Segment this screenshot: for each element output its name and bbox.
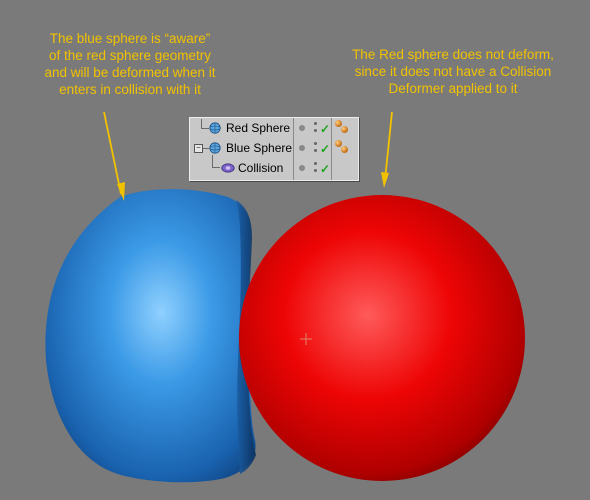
object-row-red-sphere[interactable]: Red Sphere ✓ <box>190 119 358 138</box>
annotation-blue-sphere: The blue sphere is “aware” of the red sp… <box>12 30 248 98</box>
tree-line <box>212 155 213 167</box>
render-visibility-icon[interactable] <box>314 169 317 172</box>
arrow-right-head <box>381 172 389 188</box>
collision-deformer-icon <box>221 163 235 173</box>
render-visibility-icon[interactable] <box>314 129 317 132</box>
collapse-toggle-icon[interactable]: − <box>194 144 203 153</box>
annotation-right-line-2: since it does not have a Collision <box>354 64 552 79</box>
annotation-left-line-4: enters in collision with it <box>59 82 201 97</box>
tree-line <box>201 128 209 129</box>
annotation-right-line-3: Deformer applied to it <box>388 81 518 96</box>
material-tag-icon[interactable] <box>341 126 348 133</box>
object-label-collision: Collision <box>238 161 284 175</box>
annotation-right-line-1: The Red sphere does not deform, <box>352 47 554 62</box>
layer-dot-icon[interactable] <box>299 125 305 131</box>
object-row-collision[interactable]: Collision ✓ <box>190 155 358 178</box>
object-manager-panel: Red Sphere ✓ − Blue Sphere ✓ Collision ✓ <box>189 117 359 181</box>
layer-dot-icon[interactable] <box>299 145 305 151</box>
editor-visibility-icon[interactable] <box>314 162 317 165</box>
material-tag-icon[interactable] <box>341 146 348 153</box>
tree-line <box>201 119 202 128</box>
enabled-check-icon[interactable]: ✓ <box>320 143 330 155</box>
editor-visibility-icon[interactable] <box>314 142 317 145</box>
enabled-check-icon[interactable]: ✓ <box>320 163 330 175</box>
annotation-left-line-1: The blue sphere is “aware” <box>49 31 211 46</box>
object-label-blue-sphere: Blue Sphere <box>226 141 293 155</box>
annotation-left-line-2: of the red sphere geometry <box>48 48 212 63</box>
object-row-blue-sphere[interactable]: − Blue Sphere ✓ <box>190 139 358 158</box>
material-tag-icon[interactable] <box>335 120 342 127</box>
annotation-left-line-3: and will be deformed when it <box>44 65 216 80</box>
material-tag-icon[interactable] <box>335 140 342 147</box>
sphere-icon <box>209 142 221 154</box>
render-visibility-icon[interactable] <box>314 149 317 152</box>
annotation-red-sphere: The Red sphere does not deform, since it… <box>320 46 586 97</box>
layer-dot-icon[interactable] <box>299 165 305 171</box>
viewport[interactable]: The blue sphere is “aware” of the red sp… <box>0 0 590 500</box>
tree-line <box>212 167 220 168</box>
arrow-left-head <box>117 182 125 201</box>
object-label-red-sphere: Red Sphere <box>226 121 291 135</box>
enabled-check-icon[interactable]: ✓ <box>320 123 330 135</box>
sphere-icon <box>209 122 221 134</box>
editor-visibility-icon[interactable] <box>314 122 317 125</box>
